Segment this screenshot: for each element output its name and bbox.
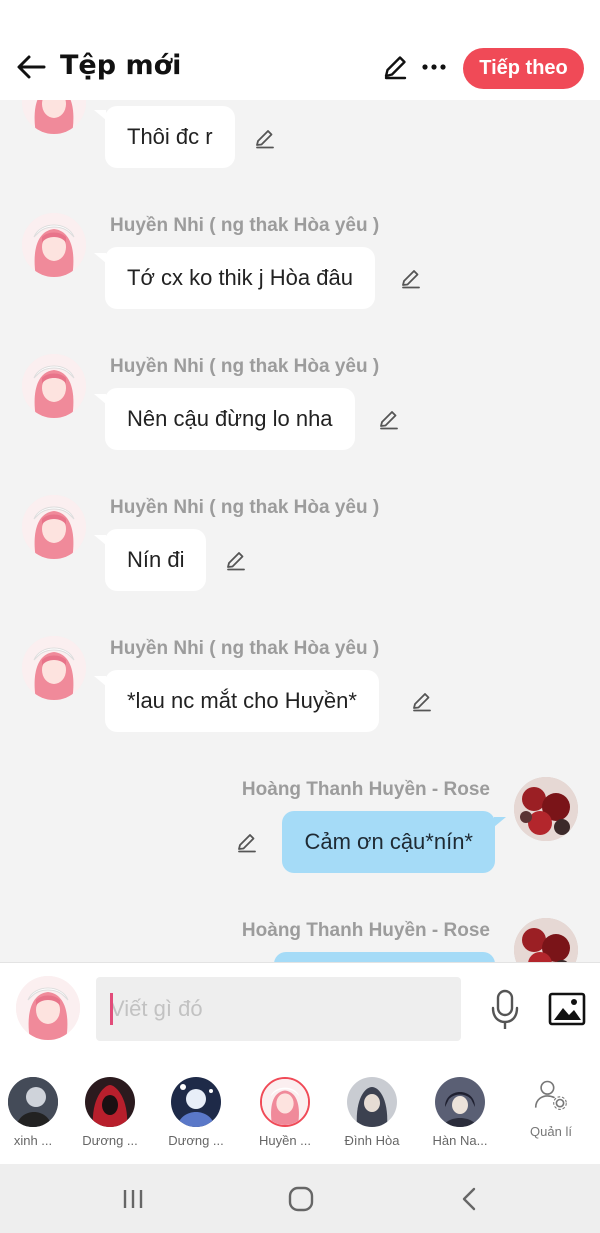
- avatar[interactable]: [22, 495, 86, 559]
- sender-name: Huyền Nhi ( ng thak Hòa yêu ): [110, 356, 380, 377]
- chat-thread[interactable]: Thôi đc r Huyền Nhi ( ng thak Hòa yêu ) …: [0, 100, 600, 962]
- composer-bar: [0, 962, 600, 1059]
- system-nav-bar: [0, 1164, 600, 1233]
- sender-name: Huyền Nhi ( ng thak Hòa yêu ): [110, 638, 380, 659]
- message-bubble[interactable]: Nín đi: [105, 529, 207, 591]
- sender-name: Hoàng Thanh Huyền - Rose: [241, 779, 490, 800]
- manage-button[interactable]: Quản lí: [520, 1078, 582, 1139]
- red-hood-avatar-icon: [85, 1077, 135, 1127]
- sender-name: Hoàng Thanh Huyền - Rose: [241, 920, 490, 941]
- more-options-icon[interactable]: [419, 52, 449, 82]
- message-input[interactable]: [96, 977, 461, 1041]
- edit-message-icon[interactable]: [410, 689, 434, 713]
- image-icon[interactable]: [548, 991, 586, 1027]
- member-name: Hàn Na...: [432, 1133, 488, 1148]
- blue-character-avatar-icon: [171, 1077, 221, 1127]
- message-bubble[interactable]: Nên cậu đừng lo nha: [105, 388, 355, 450]
- back-arrow-icon[interactable]: [14, 50, 48, 84]
- member-item[interactable]: Dương ...: [156, 1077, 236, 1148]
- pink-hair-avatar-icon: [22, 495, 86, 559]
- pink-hair-avatar-icon: [260, 1077, 310, 1127]
- message-bubble[interactable]: Cảm ơn cậu*nín*: [282, 811, 495, 873]
- message-bubble[interactable]: Thôi đc r: [105, 106, 235, 168]
- sender-name: Huyền Nhi ( ng thak Hòa yêu ): [110, 497, 380, 518]
- bubble-tail: [494, 817, 506, 827]
- current-user-avatar[interactable]: [16, 976, 80, 1040]
- text-cursor: [110, 993, 113, 1025]
- message-bubble[interactable]: [274, 952, 495, 962]
- member-name: xinh ...: [13, 1133, 53, 1148]
- next-button[interactable]: Tiếp theo: [463, 48, 584, 89]
- microphone-icon[interactable]: [488, 988, 522, 1032]
- top-app-bar: Tệp mới Tiếp theo: [0, 0, 600, 100]
- message-bubble[interactable]: *lau nc mắt cho Huyền*: [105, 670, 379, 732]
- member-item[interactable]: Đình Hòa: [332, 1077, 412, 1148]
- pink-hair-avatar-icon: [22, 354, 86, 418]
- hooded-boy-avatar-icon: [347, 1077, 397, 1127]
- member-name: Dương ...: [82, 1133, 138, 1148]
- edit-message-icon[interactable]: [377, 407, 401, 431]
- manage-label: Quản lí: [530, 1124, 572, 1139]
- sender-name: Huyền Nhi ( ng thak Hòa yêu ): [110, 215, 380, 236]
- home-icon[interactable]: [286, 1184, 316, 1214]
- user-settings-icon: [534, 1080, 567, 1110]
- pencil-icon[interactable]: [381, 53, 409, 81]
- recent-apps-icon[interactable]: [118, 1184, 148, 1214]
- page-title: Tệp mới: [60, 50, 182, 81]
- edit-message-icon[interactable]: [399, 266, 423, 290]
- members-strip[interactable]: xinh ... Dương ... Dương ... Huyền ... Đ…: [0, 1058, 600, 1164]
- edit-message-icon[interactable]: [224, 548, 248, 572]
- avatar[interactable]: [22, 213, 86, 277]
- pink-hair-avatar-icon: [16, 976, 80, 1040]
- member-item[interactable]: Huyền ...: [245, 1077, 325, 1148]
- edit-message-icon[interactable]: [253, 126, 277, 150]
- edit-message-icon[interactable]: [235, 830, 259, 854]
- avatar[interactable]: [22, 100, 86, 134]
- member-item[interactable]: xinh ...: [0, 1077, 73, 1148]
- red-flowers-avatar-icon: [514, 777, 578, 841]
- avatar[interactable]: [514, 777, 578, 841]
- red-flowers-avatar-icon: [514, 918, 578, 962]
- pink-hair-avatar-icon: [22, 213, 86, 277]
- back-nav-icon[interactable]: [455, 1184, 485, 1214]
- member-name: Đình Hòa: [344, 1133, 400, 1148]
- message-bubble[interactable]: Tớ cx ko thik j Hòa đâu: [105, 247, 375, 309]
- dark-character-avatar-icon: [8, 1077, 58, 1127]
- member-item[interactable]: Hàn Na...: [420, 1077, 500, 1148]
- pink-hair-avatar-icon: [22, 100, 86, 134]
- pink-hair-avatar-icon: [22, 636, 86, 700]
- avatar[interactable]: [514, 918, 578, 962]
- avatar[interactable]: [22, 354, 86, 418]
- member-name: Dương ...: [168, 1133, 224, 1148]
- member-item[interactable]: Dương ...: [70, 1077, 150, 1148]
- member-name: Huyền ...: [258, 1133, 312, 1148]
- avatar[interactable]: [22, 636, 86, 700]
- dark-hair-avatar-icon: [435, 1077, 485, 1127]
